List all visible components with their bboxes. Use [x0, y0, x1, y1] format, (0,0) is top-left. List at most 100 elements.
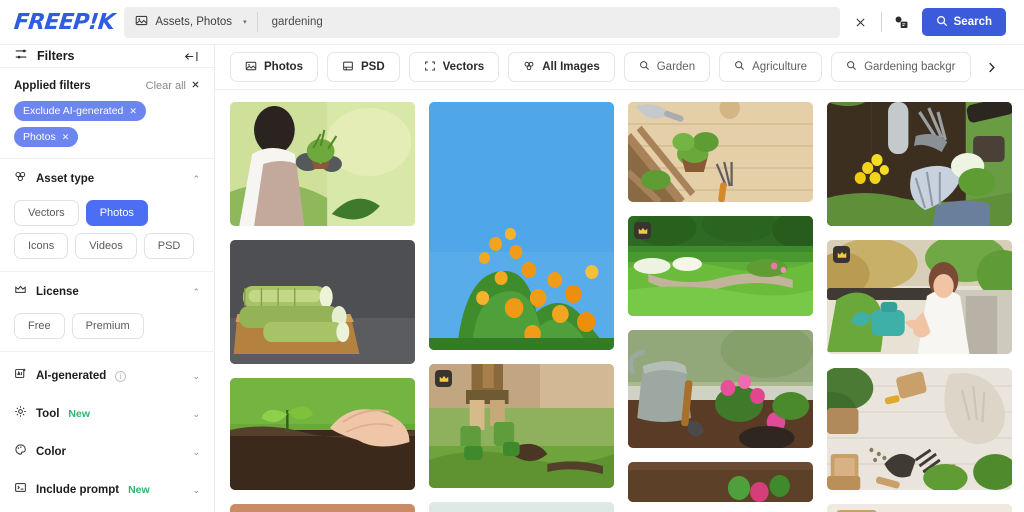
suggestion-label: Garden	[656, 61, 696, 73]
search-icon	[639, 60, 650, 74]
asset-type-options: Vectors Photos Icons Videos PSD	[14, 190, 200, 271]
tab-label: PSD	[360, 61, 385, 73]
result-card[interactable]	[429, 364, 614, 488]
chip-remove-icon[interactable]: ✕	[129, 106, 137, 117]
search-scope-dropdown[interactable]: Assets, Photos ▾	[124, 7, 256, 38]
result-card[interactable]	[827, 102, 1012, 226]
image-search-icon[interactable]	[891, 11, 913, 33]
result-card[interactable]	[230, 504, 415, 512]
include-prompt-label: Include prompt	[36, 484, 120, 496]
filters-header: Filters	[0, 45, 214, 68]
asset-type-vectors[interactable]: Vectors	[14, 200, 79, 226]
result-thumbnail	[827, 504, 1012, 512]
grid-column-1	[230, 102, 415, 512]
asset-type-photos[interactable]: Photos	[85, 200, 148, 226]
result-thumbnail	[628, 216, 813, 316]
filter-section-license: License ⌃ Free Premium	[0, 272, 214, 351]
filter-section-color: Color ⌄	[0, 428, 214, 466]
chevron-down-icon: ⌄	[192, 370, 200, 381]
tab-photos[interactable]: Photos	[230, 52, 318, 82]
result-card[interactable]	[230, 240, 415, 364]
result-card[interactable]	[628, 102, 813, 202]
tab-label: Photos	[264, 61, 303, 73]
result-thumbnail	[628, 102, 813, 202]
result-card[interactable]	[429, 102, 614, 350]
asset-type-header[interactable]: Asset type ⌃	[14, 170, 200, 190]
result-thumbnail	[827, 368, 1012, 490]
include-prompt-header[interactable]: Include prompt New ⌄	[14, 481, 200, 501]
license-free[interactable]: Free	[14, 313, 65, 339]
chip-remove-icon[interactable]: ✕	[62, 132, 70, 143]
result-card[interactable]	[230, 378, 415, 490]
ai-image-icon	[14, 367, 27, 385]
ai-generated-header[interactable]: AI-generated i ⌄	[14, 367, 200, 387]
result-card[interactable]	[628, 330, 813, 448]
psd-icon	[342, 60, 354, 75]
result-card[interactable]	[429, 502, 614, 512]
license-label: License	[36, 286, 79, 298]
filter-chip-exclude-ai[interactable]: Exclude AI-generated ✕	[14, 101, 146, 121]
filter-chip-photos[interactable]: Photos ✕	[14, 127, 79, 147]
clear-all-button[interactable]: Clear all	[146, 80, 200, 92]
freepik-search-page: FREEP!K Assets, Photos ▾ gardening Searc…	[0, 0, 1024, 512]
result-card[interactable]	[628, 216, 813, 316]
suggestion-garden[interactable]: Garden	[623, 52, 711, 82]
filters-title: Filters	[37, 49, 75, 63]
ai-generated-label: AI-generated	[36, 370, 107, 382]
tool-label: Tool	[36, 408, 60, 420]
search-button-label: Search	[953, 16, 992, 28]
info-icon[interactable]: i	[115, 370, 127, 382]
applied-filters-section: Applied filters Clear all Exclude AI-gen…	[0, 68, 214, 159]
result-thumbnail	[827, 102, 1012, 226]
tool-header[interactable]: Tool New ⌄	[14, 405, 200, 425]
color-header[interactable]: Color ⌄	[14, 443, 200, 463]
result-card[interactable]	[628, 462, 813, 502]
result-thumbnail	[827, 240, 1012, 354]
gear-icon	[14, 405, 27, 423]
tab-all-images[interactable]: All Images	[508, 52, 615, 82]
app-header: FREEP!K Assets, Photos ▾ gardening Searc…	[0, 0, 1024, 45]
license-header[interactable]: License ⌃	[14, 283, 200, 303]
suggestion-label: Gardening background	[864, 61, 956, 73]
chip-label: Exclude AI-generated	[23, 105, 124, 117]
include-prompt-new-badge: New	[128, 484, 150, 496]
suggestion-agriculture[interactable]: Agriculture	[719, 52, 823, 82]
chevron-down-icon: ⌄	[192, 446, 200, 457]
grid-column-4	[827, 102, 1012, 512]
clear-search-button[interactable]	[850, 11, 872, 33]
result-card[interactable]	[230, 102, 415, 226]
search-bar: Assets, Photos ▾ gardening	[124, 6, 840, 38]
grid-column-3	[628, 102, 813, 512]
license-options: Free Premium	[14, 303, 200, 351]
tab-vectors[interactable]: Vectors	[408, 52, 500, 82]
asset-type-icons[interactable]: Icons	[14, 233, 69, 259]
filter-section-asset-type: Asset type ⌃ Vectors Photos Icons Videos…	[0, 159, 214, 271]
asset-type-psd[interactable]: PSD	[143, 233, 195, 259]
result-thumbnail	[628, 330, 813, 448]
result-card[interactable]	[827, 368, 1012, 490]
search-scope-label: Assets, Photos	[155, 16, 233, 28]
freepik-logo[interactable]: FREEP!K	[13, 10, 116, 35]
asset-type-videos[interactable]: Videos	[75, 233, 137, 259]
chevron-right-icon[interactable]	[980, 56, 1002, 78]
prompt-icon	[14, 481, 27, 499]
suggestion-gardening-background[interactable]: Gardening background	[831, 52, 972, 82]
tab-psd[interactable]: PSD	[326, 52, 400, 82]
premium-badge	[435, 370, 452, 387]
result-card[interactable]	[827, 504, 1012, 512]
search-button[interactable]: Search	[921, 8, 1006, 36]
license-premium[interactable]: Premium	[71, 313, 144, 339]
search-input[interactable]: gardening	[258, 7, 840, 38]
vector-icon	[424, 60, 436, 75]
asset-type-label: Asset type	[36, 173, 95, 185]
chevron-up-icon: ⌃	[192, 173, 200, 184]
chevron-up-icon: ⌃	[192, 286, 200, 297]
content-type-tabs: Photos PSD Vectors All Images Garden Agr…	[215, 45, 1024, 90]
image-icon	[245, 60, 257, 75]
main-content: Photos PSD Vectors All Images Garden Agr…	[215, 45, 1024, 512]
header-actions: Search	[850, 8, 1012, 36]
result-card[interactable]	[827, 240, 1012, 354]
results-grid	[215, 90, 1024, 512]
collapse-sidebar-button[interactable]	[180, 45, 202, 67]
result-thumbnail	[230, 240, 415, 364]
